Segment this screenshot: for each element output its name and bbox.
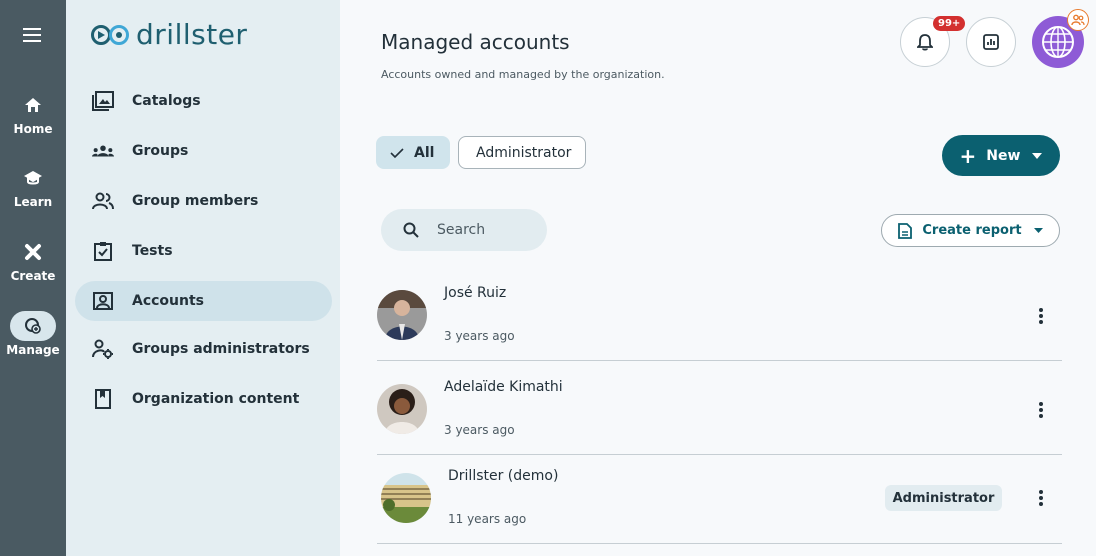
rail-item-home[interactable]: Home: [0, 90, 66, 136]
plus-icon: +: [959, 143, 977, 168]
reports-button[interactable]: [966, 17, 1016, 67]
account-row[interactable]: Drillster (demo) 11 years ago Administra…: [377, 455, 1062, 544]
logo-icon: [91, 24, 129, 45]
more-options-icon[interactable]: [1035, 308, 1047, 326]
sidebar-item-tests[interactable]: Tests: [75, 231, 332, 271]
catalog-icon: [92, 90, 114, 112]
avatar: [377, 384, 427, 434]
check-icon: [390, 147, 404, 158]
more-options-icon[interactable]: [1035, 490, 1047, 508]
notification-badge: 99+: [933, 16, 966, 31]
account-row[interactable]: Adelaïde Kimathi 3 years ago: [377, 361, 1062, 455]
search-input[interactable]: [437, 222, 537, 238]
avatar: [377, 290, 427, 340]
rail-item-create[interactable]: Create: [0, 237, 66, 283]
sidebar: drillster Catalogs Groups Group members …: [66, 0, 340, 556]
sidebar-item-label: Groups: [132, 143, 189, 159]
group-members-icon: [92, 190, 114, 212]
tests-icon: [92, 240, 114, 262]
rail-item-label: Create: [10, 269, 56, 283]
account-time: 3 years ago: [444, 329, 515, 343]
rail-item-manage[interactable]: Manage: [0, 311, 66, 357]
avatar: [381, 473, 431, 523]
groups-admin-icon: [92, 338, 114, 360]
new-button[interactable]: + New: [942, 135, 1060, 176]
account-time: 3 years ago: [444, 423, 515, 437]
sidebar-item-group-members[interactable]: Group members: [75, 181, 332, 221]
chart-icon: [983, 34, 999, 50]
rail-item-label: Learn: [13, 195, 53, 209]
sidebar-item-label: Tests: [132, 243, 173, 259]
create-report-label: Create report: [922, 223, 1022, 238]
search-icon: [403, 222, 419, 238]
account-name[interactable]: Adelaïde Kimathi: [444, 379, 563, 395]
menu-icon[interactable]: [23, 28, 41, 42]
chevron-down-icon: [1033, 228, 1043, 233]
more-options-icon[interactable]: [1035, 402, 1047, 420]
rail-item-label: Manage: [6, 343, 60, 357]
graduation-cap-icon: [10, 163, 56, 193]
report-icon: [898, 222, 913, 239]
sidebar-item-groups-administrators[interactable]: Groups administrators: [75, 329, 332, 369]
account-name[interactable]: Drillster (demo): [448, 468, 558, 484]
home-icon: [10, 90, 56, 120]
account-time: 11 years ago: [448, 512, 527, 526]
sidebar-item-catalogs[interactable]: Catalogs: [75, 81, 332, 121]
rail-item-label: Home: [13, 122, 53, 136]
groups-icon: [92, 140, 114, 162]
sidebar-item-accounts[interactable]: Accounts: [75, 281, 332, 321]
manage-icon: [10, 311, 56, 341]
filter-all-chip[interactable]: All: [376, 136, 450, 169]
sidebar-item-organization-content[interactable]: Organization content: [75, 379, 332, 419]
accounts-icon: [92, 290, 114, 312]
page-subtitle: Accounts owned and managed by the organi…: [381, 68, 665, 81]
account-switch-badge[interactable]: [1067, 9, 1089, 31]
drillster-logo[interactable]: drillster: [90, 18, 247, 51]
sidebar-item-label: Group members: [132, 193, 259, 209]
create-report-button[interactable]: Create report: [881, 214, 1060, 247]
sidebar-item-label: Organization content: [132, 391, 300, 407]
account-row[interactable]: José Ruiz 3 years ago: [377, 270, 1062, 361]
page-title: Managed accounts: [381, 30, 570, 54]
sidebar-item-groups[interactable]: Groups: [75, 131, 332, 171]
sidebar-item-label: Accounts: [132, 293, 205, 309]
sidebar-item-label: Groups administrators: [132, 341, 310, 357]
new-button-label: New: [986, 147, 1021, 164]
filter-all-label: All: [414, 144, 435, 161]
chevron-down-icon: [1032, 152, 1043, 159]
organization-content-icon: [92, 388, 114, 410]
role-badge: Administrator: [885, 485, 1002, 511]
navigation-rail: Home Learn Create Manage: [0, 0, 66, 556]
bell-icon: [917, 34, 933, 51]
people-icon: [1071, 14, 1085, 26]
filter-administrator-label: Administrator: [476, 144, 572, 161]
account-name[interactable]: José Ruiz: [444, 285, 506, 301]
search-field[interactable]: [381, 209, 547, 251]
rail-item-learn[interactable]: Learn: [0, 163, 66, 209]
sidebar-item-label: Catalogs: [132, 93, 201, 109]
logo-text: drillster: [136, 18, 248, 51]
tools-icon: [10, 237, 56, 267]
filter-administrator-chip[interactable]: Administrator: [458, 136, 586, 169]
